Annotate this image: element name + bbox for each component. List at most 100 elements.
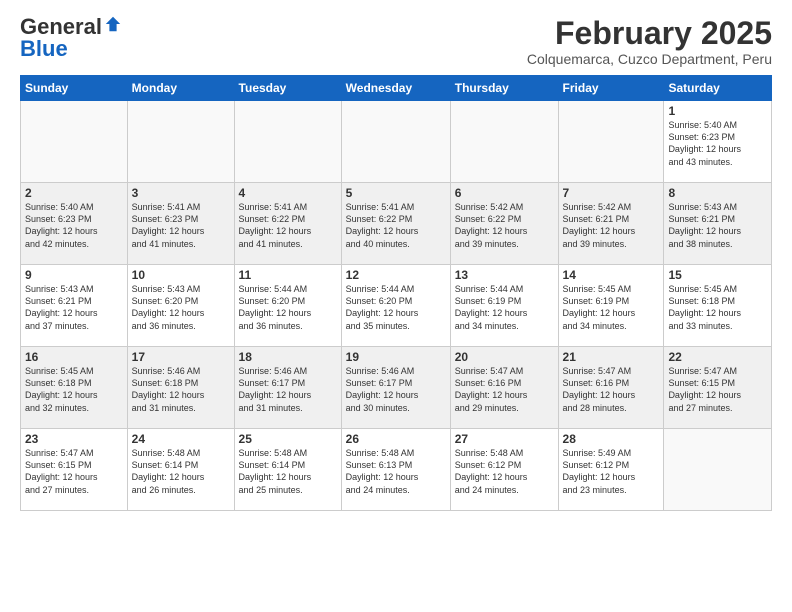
calendar-cell: 25Sunrise: 5:48 AM Sunset: 6:14 PM Dayli… bbox=[234, 429, 341, 511]
logo-blue: Blue bbox=[20, 36, 68, 61]
day-info: Sunrise: 5:47 AM Sunset: 6:16 PM Dayligh… bbox=[455, 365, 554, 414]
day-info: Sunrise: 5:44 AM Sunset: 6:20 PM Dayligh… bbox=[239, 283, 337, 332]
day-number: 27 bbox=[455, 432, 554, 446]
calendar-cell: 5Sunrise: 5:41 AM Sunset: 6:22 PM Daylig… bbox=[341, 183, 450, 265]
title-area: February 2025 Colquemarca, Cuzco Departm… bbox=[527, 16, 772, 67]
day-info: Sunrise: 5:43 AM Sunset: 6:21 PM Dayligh… bbox=[25, 283, 123, 332]
calendar-cell bbox=[341, 101, 450, 183]
calendar-cell: 26Sunrise: 5:48 AM Sunset: 6:13 PM Dayli… bbox=[341, 429, 450, 511]
day-info: Sunrise: 5:40 AM Sunset: 6:23 PM Dayligh… bbox=[668, 119, 767, 168]
calendar-title: February 2025 bbox=[527, 16, 772, 51]
header-cell-monday: Monday bbox=[127, 76, 234, 101]
day-info: Sunrise: 5:45 AM Sunset: 6:18 PM Dayligh… bbox=[668, 283, 767, 332]
day-number: 18 bbox=[239, 350, 337, 364]
day-number: 25 bbox=[239, 432, 337, 446]
calendar-cell: 22Sunrise: 5:47 AM Sunset: 6:15 PM Dayli… bbox=[664, 347, 772, 429]
day-info: Sunrise: 5:43 AM Sunset: 6:21 PM Dayligh… bbox=[668, 201, 767, 250]
calendar-cell: 7Sunrise: 5:42 AM Sunset: 6:21 PM Daylig… bbox=[558, 183, 664, 265]
calendar-cell: 3Sunrise: 5:41 AM Sunset: 6:23 PM Daylig… bbox=[127, 183, 234, 265]
day-number: 11 bbox=[239, 268, 337, 282]
calendar-cell: 1Sunrise: 5:40 AM Sunset: 6:23 PM Daylig… bbox=[664, 101, 772, 183]
day-number: 3 bbox=[132, 186, 230, 200]
day-number: 10 bbox=[132, 268, 230, 282]
day-info: Sunrise: 5:47 AM Sunset: 6:16 PM Dayligh… bbox=[563, 365, 660, 414]
week-row-4: 16Sunrise: 5:45 AM Sunset: 6:18 PM Dayli… bbox=[21, 347, 772, 429]
calendar-cell: 28Sunrise: 5:49 AM Sunset: 6:12 PM Dayli… bbox=[558, 429, 664, 511]
calendar-table: SundayMondayTuesdayWednesdayThursdayFrid… bbox=[20, 75, 772, 511]
day-info: Sunrise: 5:43 AM Sunset: 6:20 PM Dayligh… bbox=[132, 283, 230, 332]
week-row-2: 2Sunrise: 5:40 AM Sunset: 6:23 PM Daylig… bbox=[21, 183, 772, 265]
day-number: 9 bbox=[25, 268, 123, 282]
week-row-1: 1Sunrise: 5:40 AM Sunset: 6:23 PM Daylig… bbox=[21, 101, 772, 183]
calendar-cell: 9Sunrise: 5:43 AM Sunset: 6:21 PM Daylig… bbox=[21, 265, 128, 347]
calendar-cell bbox=[664, 429, 772, 511]
calendar-cell: 15Sunrise: 5:45 AM Sunset: 6:18 PM Dayli… bbox=[664, 265, 772, 347]
calendar-cell: 10Sunrise: 5:43 AM Sunset: 6:20 PM Dayli… bbox=[127, 265, 234, 347]
header: General Blue February 2025 Colquemarca, … bbox=[20, 16, 772, 67]
calendar-cell bbox=[450, 101, 558, 183]
day-info: Sunrise: 5:41 AM Sunset: 6:22 PM Dayligh… bbox=[346, 201, 446, 250]
calendar-cell: 21Sunrise: 5:47 AM Sunset: 6:16 PM Dayli… bbox=[558, 347, 664, 429]
header-cell-friday: Friday bbox=[558, 76, 664, 101]
calendar-cell: 6Sunrise: 5:42 AM Sunset: 6:22 PM Daylig… bbox=[450, 183, 558, 265]
day-info: Sunrise: 5:45 AM Sunset: 6:18 PM Dayligh… bbox=[25, 365, 123, 414]
calendar-cell: 8Sunrise: 5:43 AM Sunset: 6:21 PM Daylig… bbox=[664, 183, 772, 265]
day-number: 12 bbox=[346, 268, 446, 282]
day-info: Sunrise: 5:42 AM Sunset: 6:21 PM Dayligh… bbox=[563, 201, 660, 250]
day-info: Sunrise: 5:49 AM Sunset: 6:12 PM Dayligh… bbox=[563, 447, 660, 496]
day-number: 4 bbox=[239, 186, 337, 200]
day-number: 1 bbox=[668, 104, 767, 118]
calendar-cell: 24Sunrise: 5:48 AM Sunset: 6:14 PM Dayli… bbox=[127, 429, 234, 511]
calendar-cell: 2Sunrise: 5:40 AM Sunset: 6:23 PM Daylig… bbox=[21, 183, 128, 265]
day-number: 14 bbox=[563, 268, 660, 282]
calendar-cell: 14Sunrise: 5:45 AM Sunset: 6:19 PM Dayli… bbox=[558, 265, 664, 347]
logo-general: General bbox=[20, 16, 102, 38]
day-number: 24 bbox=[132, 432, 230, 446]
day-info: Sunrise: 5:48 AM Sunset: 6:13 PM Dayligh… bbox=[346, 447, 446, 496]
header-cell-sunday: Sunday bbox=[21, 76, 128, 101]
calendar-cell bbox=[234, 101, 341, 183]
header-cell-saturday: Saturday bbox=[664, 76, 772, 101]
calendar-cell: 23Sunrise: 5:47 AM Sunset: 6:15 PM Dayli… bbox=[21, 429, 128, 511]
page: General Blue February 2025 Colquemarca, … bbox=[0, 0, 792, 521]
week-row-3: 9Sunrise: 5:43 AM Sunset: 6:21 PM Daylig… bbox=[21, 265, 772, 347]
logo-icon bbox=[104, 15, 122, 33]
header-cell-wednesday: Wednesday bbox=[341, 76, 450, 101]
day-number: 22 bbox=[668, 350, 767, 364]
calendar-cell: 17Sunrise: 5:46 AM Sunset: 6:18 PM Dayli… bbox=[127, 347, 234, 429]
day-info: Sunrise: 5:47 AM Sunset: 6:15 PM Dayligh… bbox=[25, 447, 123, 496]
day-info: Sunrise: 5:42 AM Sunset: 6:22 PM Dayligh… bbox=[455, 201, 554, 250]
calendar-cell: 16Sunrise: 5:45 AM Sunset: 6:18 PM Dayli… bbox=[21, 347, 128, 429]
calendar-cell: 11Sunrise: 5:44 AM Sunset: 6:20 PM Dayli… bbox=[234, 265, 341, 347]
calendar-cell bbox=[127, 101, 234, 183]
day-info: Sunrise: 5:46 AM Sunset: 6:18 PM Dayligh… bbox=[132, 365, 230, 414]
day-number: 5 bbox=[346, 186, 446, 200]
week-row-5: 23Sunrise: 5:47 AM Sunset: 6:15 PM Dayli… bbox=[21, 429, 772, 511]
header-row: SundayMondayTuesdayWednesdayThursdayFrid… bbox=[21, 76, 772, 101]
day-info: Sunrise: 5:48 AM Sunset: 6:14 PM Dayligh… bbox=[239, 447, 337, 496]
day-number: 23 bbox=[25, 432, 123, 446]
day-info: Sunrise: 5:47 AM Sunset: 6:15 PM Dayligh… bbox=[668, 365, 767, 414]
calendar-subtitle: Colquemarca, Cuzco Department, Peru bbox=[527, 51, 772, 67]
day-info: Sunrise: 5:44 AM Sunset: 6:19 PM Dayligh… bbox=[455, 283, 554, 332]
day-number: 17 bbox=[132, 350, 230, 364]
day-number: 28 bbox=[563, 432, 660, 446]
day-info: Sunrise: 5:41 AM Sunset: 6:22 PM Dayligh… bbox=[239, 201, 337, 250]
day-info: Sunrise: 5:48 AM Sunset: 6:12 PM Dayligh… bbox=[455, 447, 554, 496]
calendar-cell bbox=[558, 101, 664, 183]
calendar-cell: 19Sunrise: 5:46 AM Sunset: 6:17 PM Dayli… bbox=[341, 347, 450, 429]
day-info: Sunrise: 5:44 AM Sunset: 6:20 PM Dayligh… bbox=[346, 283, 446, 332]
header-cell-tuesday: Tuesday bbox=[234, 76, 341, 101]
day-info: Sunrise: 5:40 AM Sunset: 6:23 PM Dayligh… bbox=[25, 201, 123, 250]
header-cell-thursday: Thursday bbox=[450, 76, 558, 101]
day-number: 21 bbox=[563, 350, 660, 364]
calendar-cell: 20Sunrise: 5:47 AM Sunset: 6:16 PM Dayli… bbox=[450, 347, 558, 429]
calendar-cell: 12Sunrise: 5:44 AM Sunset: 6:20 PM Dayli… bbox=[341, 265, 450, 347]
day-info: Sunrise: 5:48 AM Sunset: 6:14 PM Dayligh… bbox=[132, 447, 230, 496]
day-number: 8 bbox=[668, 186, 767, 200]
calendar-cell: 4Sunrise: 5:41 AM Sunset: 6:22 PM Daylig… bbox=[234, 183, 341, 265]
day-number: 20 bbox=[455, 350, 554, 364]
day-number: 16 bbox=[25, 350, 123, 364]
day-info: Sunrise: 5:45 AM Sunset: 6:19 PM Dayligh… bbox=[563, 283, 660, 332]
day-number: 15 bbox=[668, 268, 767, 282]
